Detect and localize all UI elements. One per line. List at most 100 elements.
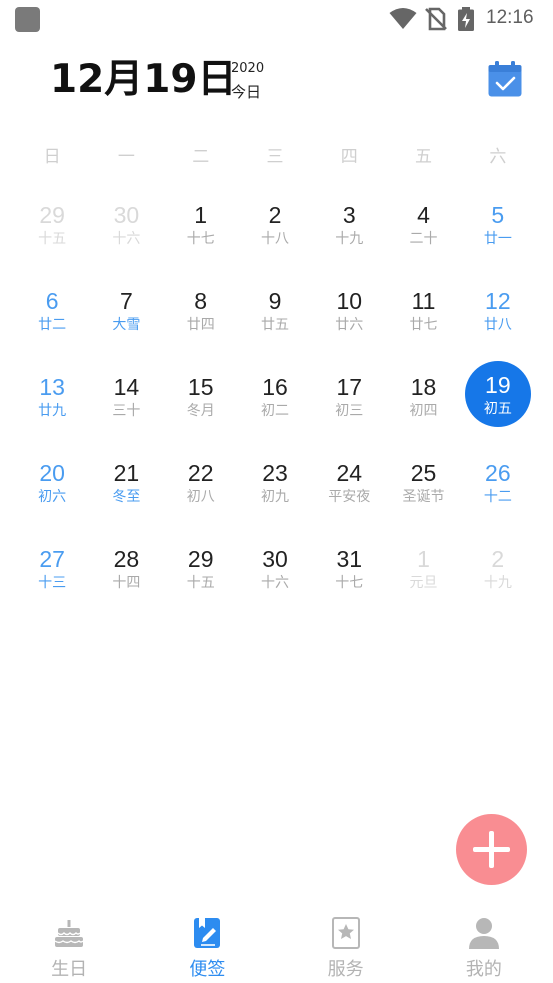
day-number: 26 <box>485 460 511 486</box>
calendar-day[interactable]: 4 二十 <box>386 190 460 276</box>
person-icon <box>468 918 499 949</box>
nav-item-services[interactable]: 服务 <box>277 910 415 983</box>
calendar-day[interactable]: 25 圣诞节 <box>386 448 460 534</box>
day-number: 23 <box>262 460 288 486</box>
calendar-week: 6 廿二 7 大雪 8 廿四 9 廿五 10 廿六 11 廿七 12 廿八 <box>15 276 535 362</box>
calendar-day[interactable]: 13 廿九 <box>15 362 89 448</box>
year-label: 2020 <box>231 61 265 76</box>
lunar-date: 十七 <box>186 231 215 247</box>
calendar-day[interactable]: 22 初八 <box>164 448 238 534</box>
nav-label: 服务 <box>327 959 364 980</box>
calendar-day[interactable]: 1 十七 <box>164 190 238 276</box>
calendar-day[interactable]: 15 冬月 <box>164 362 238 448</box>
nav-item-notes[interactable]: 便签 <box>138 910 276 983</box>
day-number: 30 <box>113 202 140 228</box>
day-number: 27 <box>39 546 65 572</box>
lunar-date: 大雪 <box>112 317 141 333</box>
day-number: 14 <box>113 374 140 400</box>
calendar-day[interactable]: 12 廿八 <box>461 276 535 362</box>
day-number: 6 <box>45 288 59 314</box>
calendar-day[interactable]: 28 十四 <box>89 534 163 620</box>
lunar-date: 廿二 <box>38 317 67 333</box>
calendar-day[interactable]: 29 十五 <box>164 534 238 620</box>
nav-item-me[interactable]: 我的 <box>415 910 553 983</box>
calendar-day[interactable]: 24 平安夜 <box>312 448 386 534</box>
calendar-day[interactable]: 11 廿七 <box>386 276 460 362</box>
nav-item-birthday[interactable]: 生日 <box>0 910 138 983</box>
lunar-date: 十九 <box>335 231 364 247</box>
calendar-week: 29 十五 30 十六 1 十七 2 十八 3 十九 4 二十 5 廿一 <box>15 190 535 276</box>
star-card-icon <box>331 917 360 949</box>
today-label[interactable]: 今日 <box>231 81 261 102</box>
day-number: 1 <box>417 546 430 572</box>
calendar-day[interactable]: 31 十七 <box>312 534 386 620</box>
lunar-date: 初三 <box>335 403 364 419</box>
lunar-date: 元旦 <box>409 575 438 591</box>
status-bar: 12:16 <box>0 0 553 38</box>
lunar-date: 三十 <box>112 403 141 419</box>
calendar-day[interactable]: 8 廿四 <box>164 276 238 362</box>
lunar-date: 十六 <box>260 575 289 591</box>
calendar-check-icon[interactable] <box>487 60 523 98</box>
nav-label: 便签 <box>189 959 226 980</box>
calendar-week: 13 廿九 14 三十 15 冬月 16 初二 17 初三 18 初四 19 初五 <box>15 361 535 448</box>
calendar-day[interactable]: 5 廿一 <box>461 190 535 276</box>
day-number: 11 <box>411 288 436 314</box>
lunar-date: 初九 <box>260 489 289 505</box>
lunar-date: 廿四 <box>186 317 215 333</box>
lunar-date: 十五 <box>186 575 215 591</box>
calendar-day[interactable]: 7 大雪 <box>89 276 163 362</box>
day-number: 13 <box>39 374 65 400</box>
calendar-day[interactable]: 3 十九 <box>312 190 386 276</box>
lunar-date: 十五 <box>38 231 67 247</box>
lunar-date: 二十 <box>409 231 438 247</box>
day-number: 29 <box>187 546 214 572</box>
page-title: 12月19日 <box>50 57 237 102</box>
nav-label: 生日 <box>51 959 88 980</box>
calendar-day[interactable]: 18 初四 <box>386 362 460 448</box>
lunar-date: 冬至 <box>112 489 141 505</box>
calendar-day[interactable]: 6 廿二 <box>15 276 89 362</box>
calendar-day[interactable]: 1 元旦 <box>386 534 460 620</box>
calendar-day[interactable]: 30 十六 <box>238 534 312 620</box>
calendar-day[interactable]: 29 十五 <box>15 190 89 276</box>
weekday-label: 二 <box>192 147 210 167</box>
calendar-day[interactable]: 17 初三 <box>312 362 386 448</box>
lunar-date: 十七 <box>335 575 364 591</box>
calendar-day[interactable]: 23 初九 <box>238 448 312 534</box>
day-number: 30 <box>262 546 288 572</box>
calendar-day-selected[interactable]: 19 初五 <box>461 361 535 448</box>
lunar-date: 初八 <box>186 489 215 505</box>
calendar-day[interactable]: 27 十三 <box>15 534 89 620</box>
weekday-label: 日 <box>43 147 61 167</box>
calendar-day[interactable]: 14 三十 <box>89 362 163 448</box>
calendar-day[interactable]: 20 初六 <box>15 448 89 534</box>
lunar-date: 廿五 <box>260 317 289 333</box>
day-number: 9 <box>268 288 282 314</box>
calendar-day[interactable]: 16 初二 <box>238 362 312 448</box>
lunar-date: 平安夜 <box>328 489 371 505</box>
weekday-label: 三 <box>266 147 284 167</box>
calendar-week: 27 十三 28 十四 29 十五 30 十六 31 十七 1 元旦 2 十九 <box>15 534 535 620</box>
app-icon <box>15 7 40 32</box>
calendar-day[interactable]: 2 十八 <box>238 190 312 276</box>
lunar-date: 冬月 <box>186 403 215 419</box>
lunar-date: 十三 <box>38 575 67 591</box>
day-number: 3 <box>342 202 356 228</box>
no-sim-icon <box>425 7 447 31</box>
day-number: 1 <box>194 202 208 228</box>
calendar-day[interactable]: 9 廿五 <box>238 276 312 362</box>
calendar-day[interactable]: 2 十九 <box>461 534 535 620</box>
lunar-date: 十六 <box>112 231 141 247</box>
note-edit-icon <box>194 918 221 948</box>
lunar-date: 十四 <box>112 575 141 591</box>
calendar-day[interactable]: 10 廿六 <box>312 276 386 362</box>
calendar-day[interactable]: 26 十二 <box>461 448 535 534</box>
day-number: 24 <box>336 460 363 486</box>
calendar-day[interactable]: 21 冬至 <box>89 448 163 534</box>
add-button[interactable] <box>456 814 527 885</box>
day-number: 25 <box>410 460 437 486</box>
lunar-date: 十九 <box>483 575 512 591</box>
calendar-week: 20 初六 21 冬至 22 初八 23 初九 24 平安夜 25 圣诞节 26 十二 <box>15 448 535 534</box>
calendar-day[interactable]: 30 十六 <box>89 190 163 276</box>
